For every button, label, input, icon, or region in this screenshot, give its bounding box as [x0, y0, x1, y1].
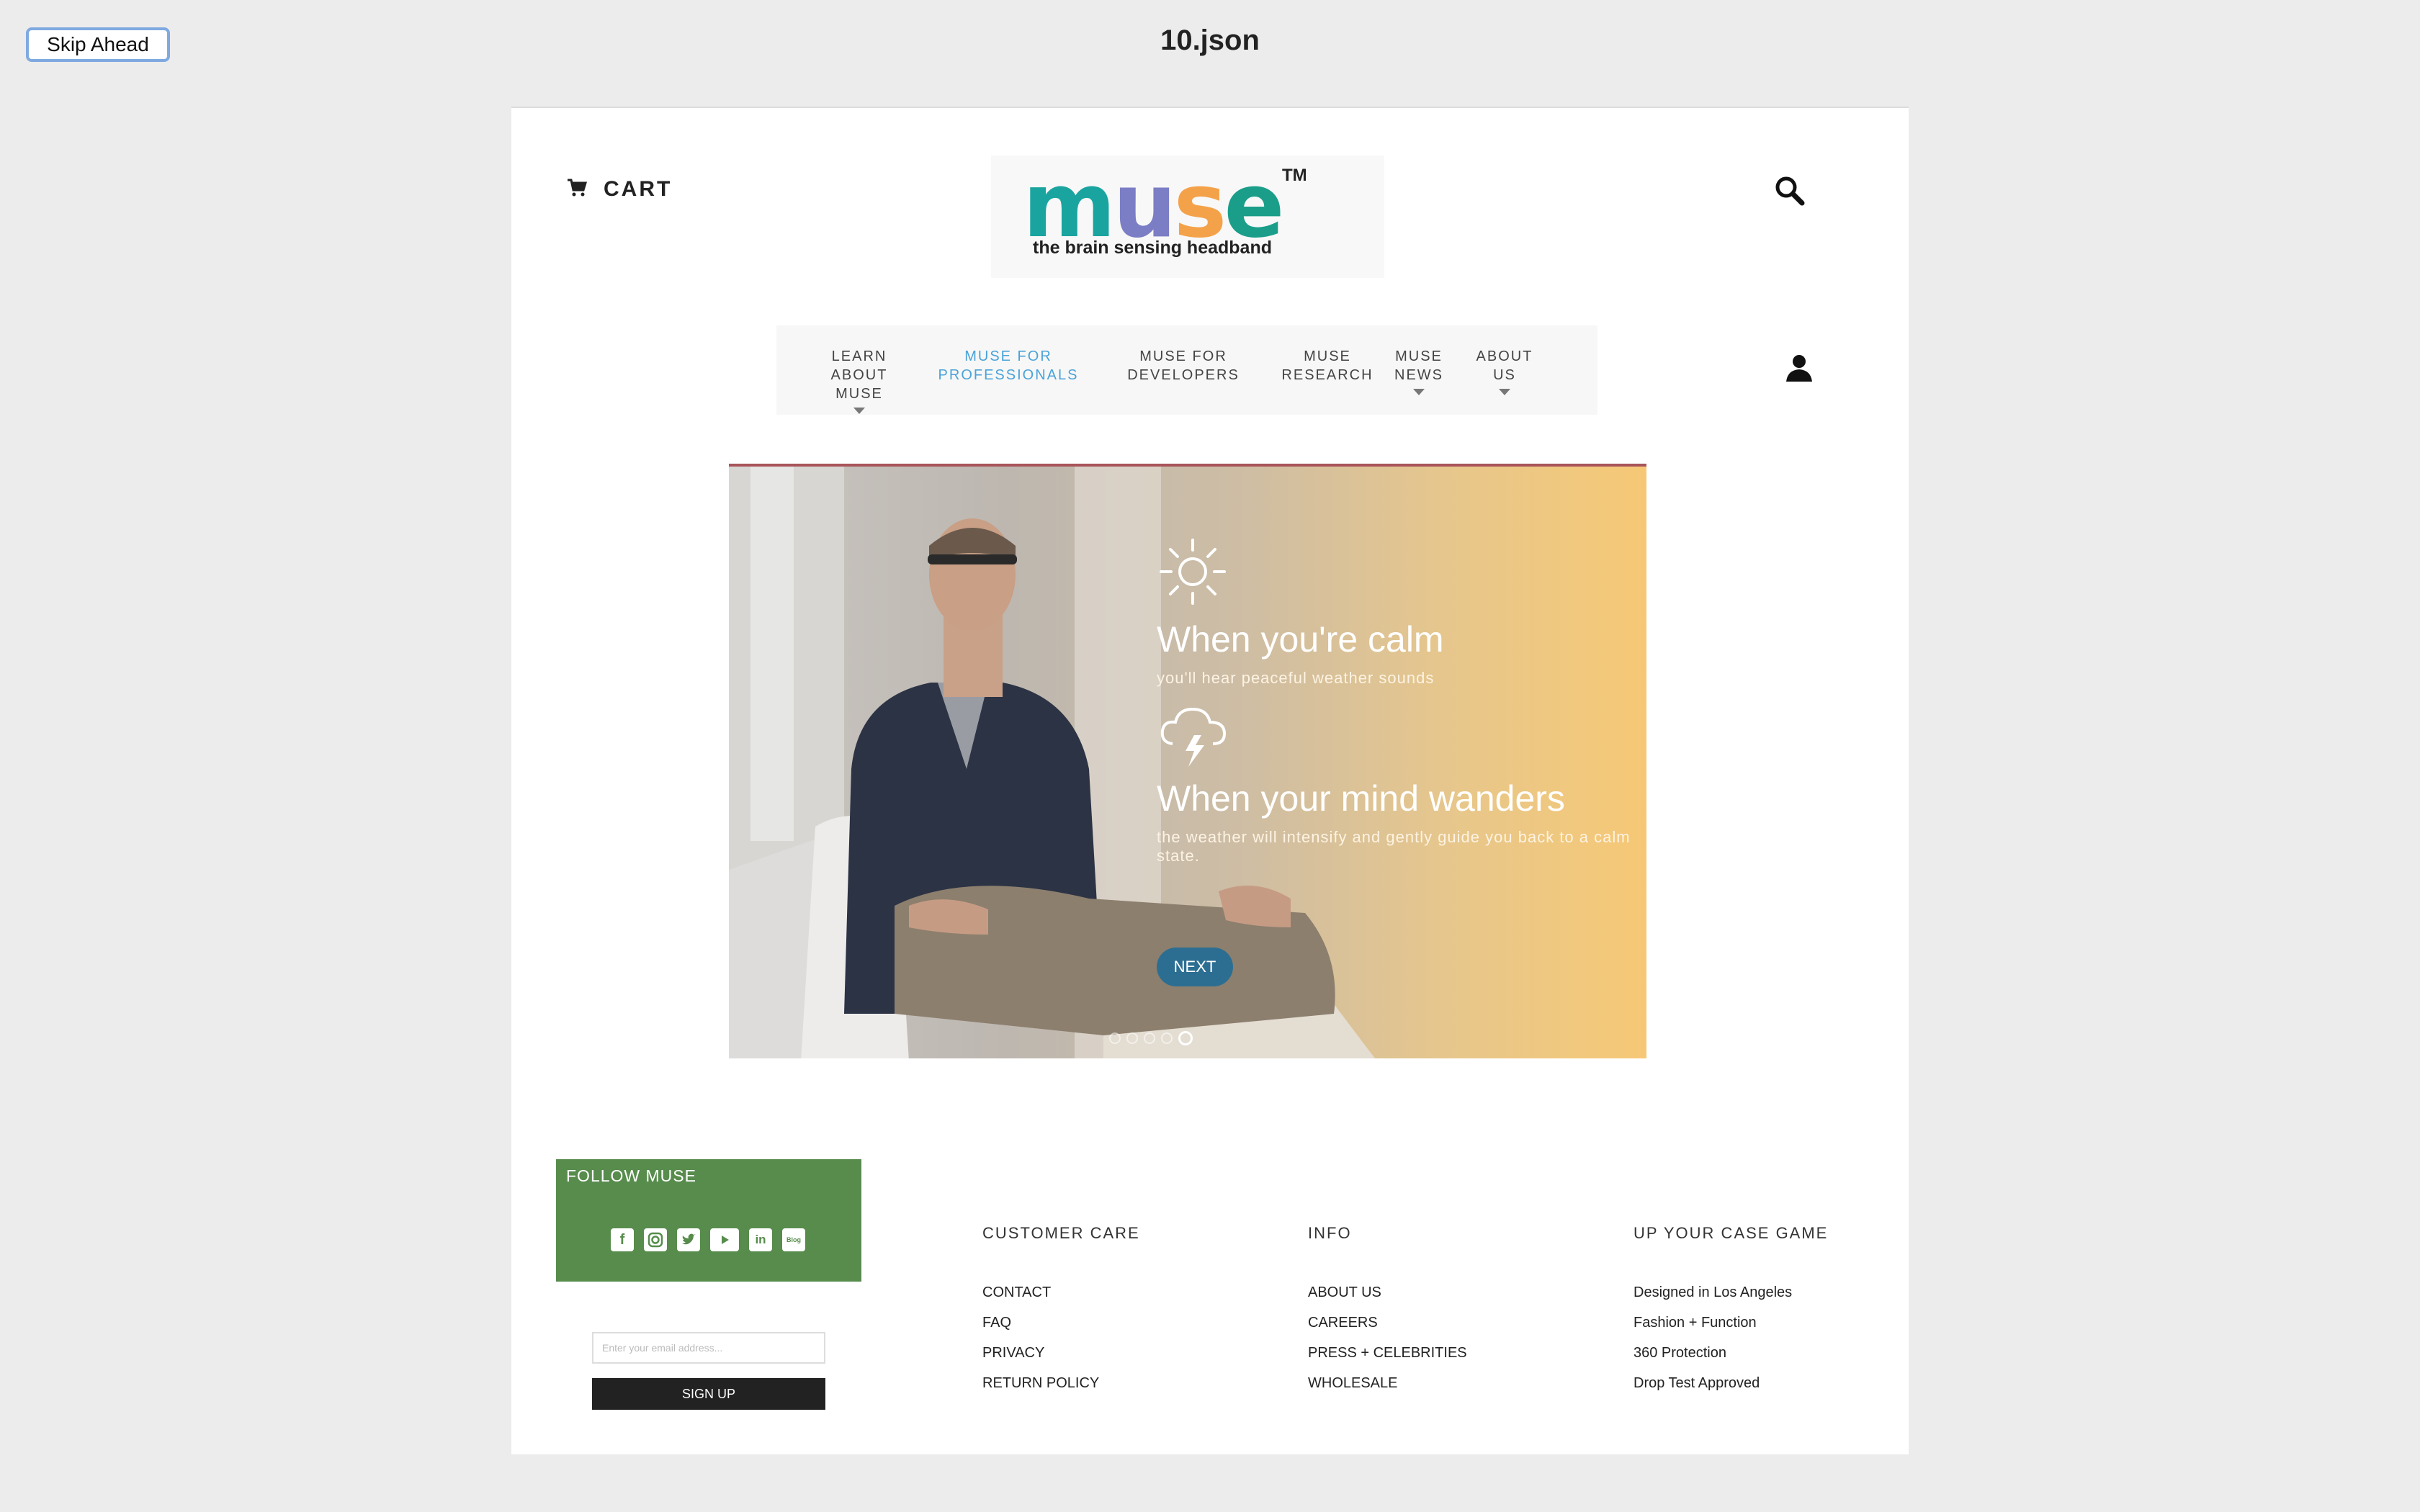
calm-subtext: you'll hear peaceful weather sounds [1157, 669, 1435, 687]
facebook-icon[interactable]: f [611, 1228, 634, 1251]
slide-dot[interactable] [1161, 1032, 1173, 1044]
blog-icon[interactable]: Blog [782, 1228, 805, 1251]
footer-link-designed-la[interactable]: Designed in Los Angeles [1634, 1277, 1828, 1308]
sun-icon [1157, 539, 1229, 611]
footer-link-press[interactable]: PRESS + CELEBRITIES [1308, 1338, 1467, 1368]
slide-dot-active[interactable] [1178, 1031, 1193, 1045]
footer-link-wholesale[interactable]: WHOLESALE [1308, 1368, 1467, 1398]
file-title: 10.json [1160, 24, 1260, 56]
footer-link-contact[interactable]: CONTACT [982, 1277, 1140, 1308]
hero-slider: When you're calm you'll hear peaceful we… [729, 464, 1646, 1058]
instagram-icon[interactable] [644, 1228, 667, 1251]
slide-dot[interactable] [1126, 1032, 1138, 1044]
nav-item-muse-for-developers[interactable]: MUSE FOR DEVELOPERS [1122, 347, 1245, 384]
footer-link-careers[interactable]: CAREERS [1308, 1308, 1467, 1338]
storm-cloud-icon [1157, 701, 1646, 773]
slide-dot[interactable] [1144, 1032, 1155, 1044]
footer-link-drop-test[interactable]: Drop Test Approved [1634, 1368, 1828, 1398]
logo-trademark: TM [1282, 166, 1307, 185]
chevron-down-icon [853, 408, 865, 414]
account-icon[interactable] [1785, 353, 1814, 387]
footer-link-faq[interactable]: FAQ [982, 1308, 1140, 1338]
footer-link-about-us[interactable]: ABOUT US [1308, 1277, 1467, 1308]
cart-link[interactable]: CART [566, 177, 672, 202]
wander-subtext: the weather will intensify and gently gu… [1157, 828, 1631, 865]
footer-col-title: INFO [1308, 1224, 1352, 1242]
hero-content: When you're calm you'll hear peaceful we… [1157, 536, 1646, 865]
muse-logo[interactable]: muse TM the brain sensing headband [991, 156, 1384, 278]
chevron-down-icon [1413, 389, 1425, 395]
wander-heading: When your mind wanders [1157, 778, 1565, 819]
slide-dot[interactable] [1109, 1032, 1121, 1044]
footer-col-title: CUSTOMER CARE [982, 1224, 1140, 1242]
main-nav: LEARN ABOUT MUSE MUSE FOR PROFESSIONALS MU… [776, 325, 1597, 415]
footer-link-fashion-function[interactable]: Fashion + Function [1634, 1308, 1828, 1338]
nav-item-muse-for-professionals[interactable]: MUSE FOR PROFESSIONALS [936, 347, 1080, 384]
footer-col-title: UP YOUR CASE GAME [1634, 1224, 1829, 1242]
footer-link-360-protection[interactable]: 360 Protection [1634, 1338, 1828, 1368]
linkedin-icon[interactable]: in [749, 1228, 772, 1251]
follow-muse-panel: FOLLOW MUSE f in Blog [556, 1159, 861, 1282]
chevron-down-icon [1499, 389, 1510, 395]
twitter-icon[interactable] [677, 1228, 700, 1251]
follow-title: FOLLOW MUSE [566, 1166, 696, 1185]
nav-item-about-us[interactable]: ABOUT US [1472, 347, 1537, 395]
calm-heading: When you're calm [1157, 619, 1444, 660]
footer-col-customer-care: CUSTOMER CARE CONTACT FAQ PRIVACY RETURN… [982, 1224, 1140, 1398]
cart-label: CART [604, 177, 673, 201]
footer-link-privacy[interactable]: PRIVACY [982, 1338, 1140, 1368]
nav-item-muse-research[interactable]: MUSE RESEARCH [1281, 347, 1374, 384]
email-signup-input[interactable]: Enter your email address... [592, 1332, 825, 1364]
youtube-icon[interactable] [710, 1228, 739, 1251]
nav-item-muse-news[interactable]: MUSE NEWS [1390, 347, 1448, 395]
footer-link-return-policy[interactable]: RETURN POLICY [982, 1368, 1140, 1398]
slide-indicators [1109, 1031, 1193, 1045]
social-links: f in Blog [611, 1228, 805, 1251]
search-icon[interactable] [1773, 174, 1806, 211]
footer-col-info: INFO ABOUT US CAREERS PRESS + CELEBRITIE… [1308, 1224, 1467, 1398]
cart-icon [566, 178, 588, 202]
logo-tagline: the brain sensing headband [1033, 238, 1272, 258]
nav-item-learn-about-muse[interactable]: LEARN ABOUT MUSE [805, 347, 913, 414]
next-button[interactable]: NEXT [1157, 948, 1233, 986]
footer-col-case-game: UP YOUR CASE GAME Designed in Los Angele… [1634, 1224, 1828, 1398]
web-page: CART muse TM the brain sensing headband … [511, 107, 1909, 1454]
sign-up-button[interactable]: SIGN UP [592, 1378, 825, 1410]
